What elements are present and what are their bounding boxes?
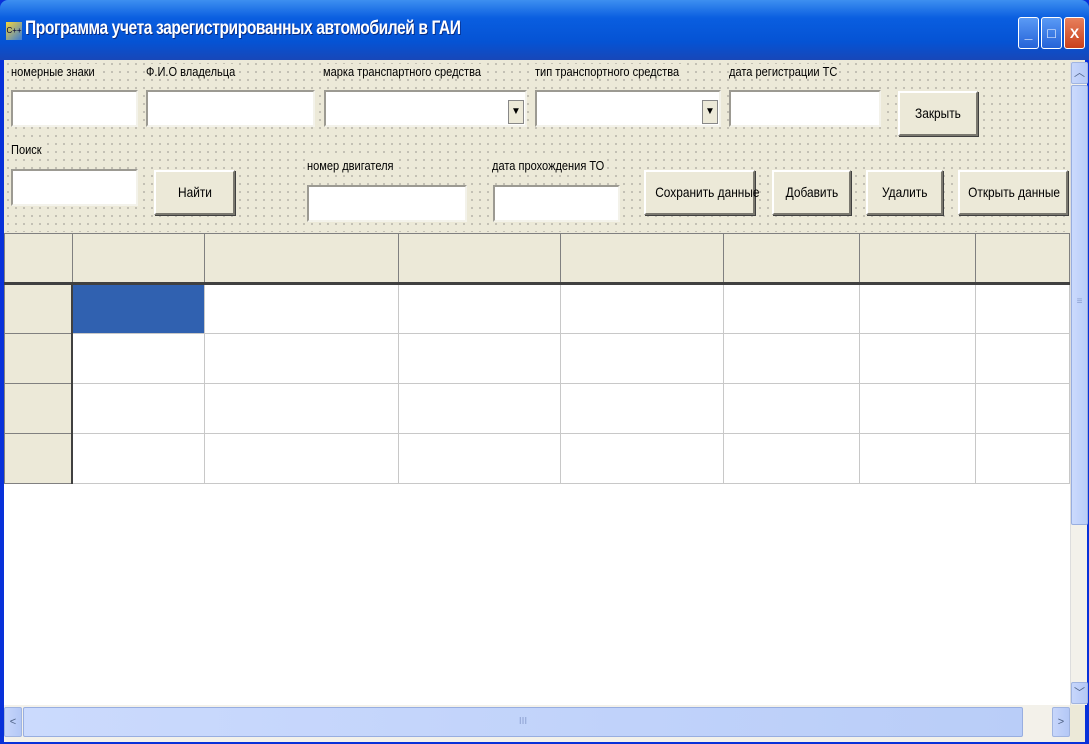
grid-cell[interactable] (397, 383, 562, 434)
reg-date-label: дата регистрации ТС (729, 64, 840, 79)
grid-cell[interactable] (560, 383, 725, 434)
engine-input[interactable] (307, 185, 467, 222)
owner-input[interactable] (146, 90, 315, 127)
window-client: номерные знаки Ф.И.О владельца марка тра… (4, 60, 1088, 742)
reg-date-input[interactable] (729, 90, 881, 127)
selected-cell[interactable] (71, 283, 205, 334)
grid-cell[interactable] (723, 383, 861, 434)
scroll-down-button[interactable]: ﹀ (1071, 682, 1088, 704)
grid-cell[interactable] (71, 383, 205, 434)
grid-cell[interactable] (859, 383, 977, 434)
grid-cell[interactable] (975, 333, 1070, 384)
inspection-date-label: дата прохождения ТО (492, 158, 606, 173)
column-header[interactable] (560, 233, 725, 285)
scroll-right-button[interactable]: > (1052, 707, 1070, 737)
chevron-down-icon[interactable]: ▼ (702, 100, 718, 124)
grid-cell[interactable] (723, 283, 861, 334)
grid-cell[interactable] (859, 433, 977, 484)
grid-cell[interactable] (560, 433, 725, 484)
table-row[interactable] (4, 383, 1070, 434)
plates-label: номерные знаки (11, 64, 97, 79)
maximize-button[interactable]: □ (1041, 17, 1062, 49)
horizontal-scroll-thumb[interactable]: III (23, 707, 1023, 737)
grid-cell[interactable] (71, 433, 205, 484)
owner-label: Ф.И.О владельца (146, 64, 237, 79)
table-row[interactable] (4, 333, 1070, 384)
column-header[interactable] (71, 233, 205, 285)
brand-select[interactable]: ▼ (324, 90, 527, 127)
search-label: Поиск (11, 142, 44, 157)
grid-table[interactable] (4, 233, 1070, 484)
column-header[interactable] (859, 233, 977, 285)
window-title: Программа учета зарегистрированных автом… (25, 18, 461, 39)
grid-header-row (4, 233, 1070, 285)
grid-cell[interactable] (397, 333, 562, 384)
close-window-button[interactable]: X (1064, 17, 1085, 49)
horizontal-scrollbar[interactable]: < III > (4, 705, 1070, 742)
grid-cell[interactable] (203, 333, 399, 384)
grid-corner-cell[interactable] (4, 233, 73, 285)
table-row[interactable] (4, 283, 1070, 334)
title-bar[interactable]: C++ Программа учета зарегистрированных а… (0, 0, 1089, 60)
input-form: номерные знаки Ф.И.О владельца марка тра… (4, 60, 1070, 232)
grid-cell[interactable] (203, 383, 399, 434)
grid-cell[interactable] (397, 433, 562, 484)
grid-cell[interactable] (723, 333, 861, 384)
search-input[interactable] (11, 169, 138, 206)
vertical-scrollbar[interactable]: ︿ ≡ ﹀ (1070, 62, 1088, 705)
type-label: тип транспортного средства (535, 64, 681, 79)
delete-button[interactable]: Удалить (866, 170, 943, 215)
brand-label: марка транспартного средства (323, 64, 483, 79)
vertical-scroll-thumb[interactable]: ≡ (1071, 85, 1088, 525)
save-button[interactable]: Сохранить данные (644, 170, 760, 215)
minimize-button[interactable]: _ (1018, 17, 1039, 49)
app-icon: C++ (6, 22, 22, 40)
plates-input[interactable] (11, 90, 138, 127)
chevron-down-icon[interactable]: ▼ (508, 100, 524, 124)
inspection-date-input[interactable] (493, 185, 620, 222)
close-button[interactable]: Закрыть (898, 91, 978, 136)
row-header[interactable] (4, 283, 74, 334)
grid-cell[interactable] (560, 283, 725, 334)
grid-cell[interactable] (975, 383, 1070, 434)
scroll-left-button[interactable]: < (4, 707, 22, 737)
row-header[interactable] (4, 383, 74, 434)
grid-cell[interactable] (397, 283, 562, 334)
engine-label: номер двигателя (307, 158, 396, 173)
add-button[interactable]: Добавить (772, 170, 851, 215)
column-header[interactable] (203, 233, 399, 285)
grid-cell[interactable] (560, 333, 725, 384)
column-header[interactable] (975, 233, 1070, 285)
row-header[interactable] (4, 333, 74, 384)
column-header[interactable] (397, 233, 562, 285)
grid-cell[interactable] (975, 283, 1070, 334)
grid-cell[interactable] (203, 433, 399, 484)
find-button[interactable]: Найти (154, 170, 235, 215)
type-select[interactable]: ▼ (535, 90, 721, 127)
grid-cell[interactable] (859, 333, 977, 384)
grid-cell[interactable] (723, 433, 861, 484)
column-header[interactable] (723, 233, 861, 285)
scroll-up-button[interactable]: ︿ (1071, 62, 1088, 84)
table-row[interactable] (4, 433, 1070, 484)
data-grid[interactable] (4, 233, 1070, 705)
grid-cell[interactable] (71, 333, 205, 384)
open-button[interactable]: Открыть данные (958, 170, 1068, 215)
grid-cell[interactable] (203, 283, 399, 334)
grid-cell[interactable] (975, 433, 1070, 484)
grid-cell[interactable] (859, 283, 977, 334)
row-header[interactable] (4, 433, 74, 484)
